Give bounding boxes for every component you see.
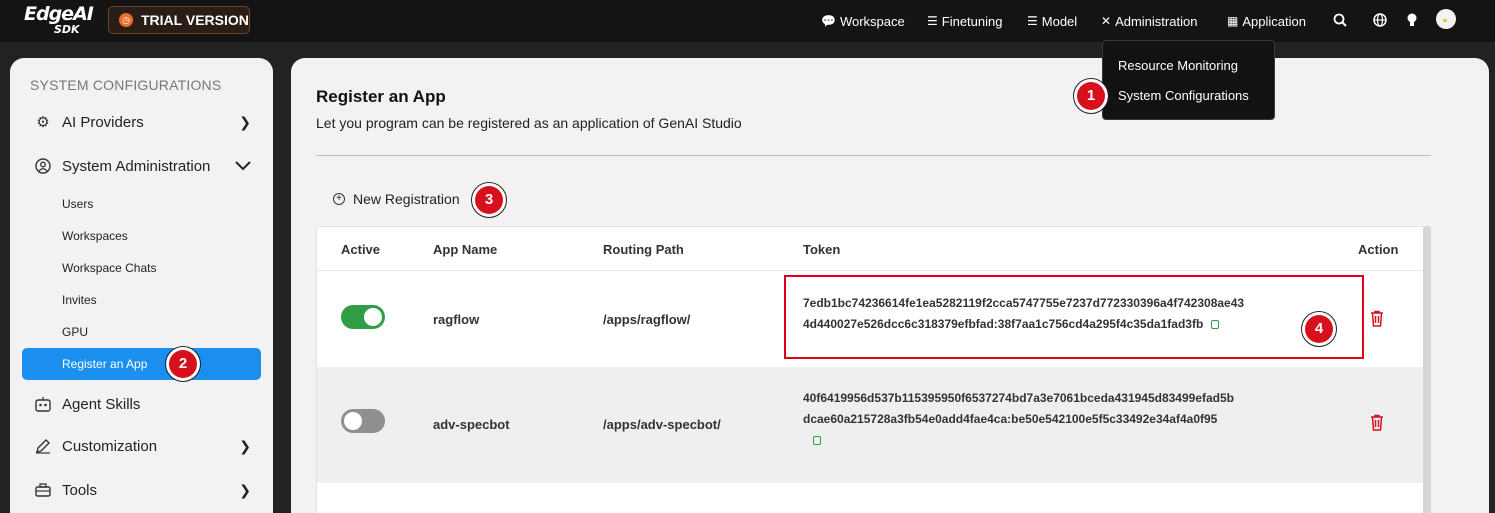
token-highlight-box xyxy=(784,275,1364,359)
sidebar-item-invites[interactable]: Invites xyxy=(62,293,97,307)
delete-icon[interactable] xyxy=(1370,414,1384,431)
sidebar-item-users[interactable]: Users xyxy=(62,197,93,211)
chevron-right-icon[interactable]: ❯ xyxy=(239,438,251,455)
step-badge-4: 4 xyxy=(1301,311,1337,347)
column-header-token: Token xyxy=(803,242,841,257)
gear-icon: ⚙ xyxy=(36,114,50,131)
checklist-icon: ☰ xyxy=(1027,14,1038,28)
sidebar-item-workspaces[interactable]: Workspaces xyxy=(62,229,128,243)
chevron-down-icon[interactable] xyxy=(235,158,251,174)
nav-administration[interactable]: ✕ Administration xyxy=(1101,0,1197,42)
trial-clock-icon: ◷ xyxy=(119,13,133,27)
apps-table: Active App Name Routing Path Token Actio… xyxy=(316,226,1425,513)
main-panel: Register an App Let you program can be r… xyxy=(291,58,1489,513)
sidebar-item-ai-providers[interactable]: ⚙ AI Providers xyxy=(34,113,143,132)
sidebar-item-register-an-app[interactable]: Register an App xyxy=(22,348,261,380)
column-header-action: Action xyxy=(1358,242,1399,257)
new-registration-button[interactable]: + New Registration xyxy=(333,191,460,207)
sidebar-item-gpu[interactable]: GPU xyxy=(62,325,88,339)
app-name-cell: ragflow xyxy=(433,312,480,327)
grid-icon: ▦ xyxy=(1227,14,1239,28)
globe-icon[interactable] xyxy=(1371,11,1389,29)
column-header-routing-path: Routing Path xyxy=(603,242,684,257)
column-header-app-name: App Name xyxy=(433,242,498,257)
menu-item-resource-monitoring[interactable]: Resource Monitoring xyxy=(1118,58,1238,73)
copy-icon[interactable] xyxy=(813,436,821,446)
app-name-cell: adv-specbot xyxy=(433,417,510,432)
top-navbar: EdgeAI SDK ◷ TRIAL VERSION 💬 Workspace ☰… xyxy=(0,0,1495,42)
sidebar-item-customization[interactable]: Customization xyxy=(34,437,157,455)
plus-circle-icon: + xyxy=(333,193,345,205)
table-row xyxy=(317,483,1424,513)
table-row: ragflow /apps/ragflow/ 7edb1bc74236614fe… xyxy=(317,271,1424,367)
nav-model[interactable]: ☰ Model xyxy=(1027,0,1077,42)
nav-application[interactable]: ▦ Application xyxy=(1227,0,1306,42)
administration-dropdown: Resource Monitoring System Configuration… xyxy=(1102,40,1275,120)
column-header-active: Active xyxy=(341,242,381,257)
sidebar-heading: SYSTEM CONFIGURATIONS xyxy=(30,77,222,93)
sidebar-item-tools[interactable]: Tools xyxy=(34,481,97,499)
step-badge-3: 3 xyxy=(471,182,507,218)
lightbulb-icon[interactable] xyxy=(1403,11,1421,29)
token-cell: 40f6419956d537b115395950f6537274bd7a3e70… xyxy=(803,388,1234,451)
divider xyxy=(316,155,1431,156)
delete-icon[interactable] xyxy=(1370,310,1384,327)
checklist-icon: ☰ xyxy=(927,14,938,28)
chevron-right-icon[interactable]: ❯ xyxy=(239,114,251,131)
sidebar-item-system-administration[interactable]: System Administration xyxy=(34,157,210,175)
menu-item-system-configurations[interactable]: System Configurations xyxy=(1118,88,1249,103)
chat-bubble-icon: 💬 xyxy=(821,14,836,28)
nav-workspace[interactable]: 💬 Workspace xyxy=(821,0,905,42)
robot-icon xyxy=(34,395,52,413)
chevron-right-icon[interactable]: ❯ xyxy=(239,482,251,499)
toolbox-icon xyxy=(34,481,52,499)
active-toggle[interactable] xyxy=(341,409,385,433)
table-row: adv-specbot /apps/adv-specbot/ 40f641995… xyxy=(317,367,1424,483)
trial-version-badge: ◷ TRIAL VERSION xyxy=(108,6,250,34)
routing-path-cell: /apps/adv-specbot/ xyxy=(603,417,721,432)
active-toggle[interactable] xyxy=(341,305,385,329)
step-badge-1: 1 xyxy=(1073,78,1109,114)
pencil-icon xyxy=(34,437,52,455)
sidebar: SYSTEM CONFIGURATIONS ⚙ AI Providers ❯ S… xyxy=(10,58,273,513)
page-title: Register an App xyxy=(316,87,446,106)
table-scrollbar[interactable] xyxy=(1423,226,1431,513)
sidebar-item-agent-skills[interactable]: Agent Skills xyxy=(34,395,140,413)
user-gear-icon xyxy=(34,157,52,175)
routing-path-cell: /apps/ragflow/ xyxy=(603,312,691,327)
sidebar-item-workspace-chats[interactable]: Workspace Chats xyxy=(62,261,156,275)
search-icon[interactable] xyxy=(1331,11,1349,29)
tools-icon: ✕ xyxy=(1101,14,1112,28)
nav-finetuning[interactable]: ☰ Finetuning xyxy=(927,0,1002,42)
step-badge-2: 2 xyxy=(165,346,201,382)
edgeai-logo[interactable]: EdgeAI SDK xyxy=(24,4,94,36)
avatar[interactable] xyxy=(1436,9,1456,29)
page-subtitle: Let you program can be registered as an … xyxy=(316,115,742,131)
